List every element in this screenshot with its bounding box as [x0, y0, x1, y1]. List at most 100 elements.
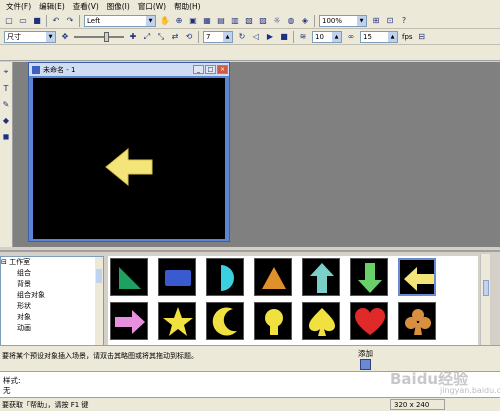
color-icon[interactable]: ◈ — [299, 15, 311, 27]
window-controls: _ □ × — [193, 65, 229, 74]
menu-file[interactable]: 文件(F) — [2, 0, 35, 13]
context-help-icon[interactable]: ? — [398, 15, 410, 27]
status-bar: 要获取「帮助」，请按 F1 键 320 x 240 — [0, 397, 500, 411]
move-icon[interactable]: ✥ — [59, 31, 71, 43]
add-icon[interactable]: ✚ — [127, 31, 139, 43]
spin-b-input[interactable]: 15 ▲ — [360, 30, 398, 43]
effect-icon[interactable]: ≋ — [297, 31, 309, 43]
gallery-tile-arrow-left-yellow[interactable] — [398, 258, 436, 296]
gallery-tile-bulb-yellow[interactable] — [254, 302, 292, 340]
gallery-tile-arrow-up-cyan[interactable] — [302, 258, 340, 296]
grid-icon[interactable]: ▤ — [215, 15, 227, 27]
new-file-icon[interactable]: ▢ — [3, 15, 15, 27]
zoom-fit-icon[interactable]: ⊞ — [370, 15, 382, 27]
link-icon[interactable]: ∞ — [345, 31, 357, 43]
category-tree[interactable]: ⊟ 工作室 组合 背景 组合对象 形状 对象 动画 — [0, 256, 104, 346]
select-icon[interactable]: ▣ — [187, 15, 199, 27]
gallery-tile-crescent-yellow[interactable] — [206, 302, 244, 340]
spin-a-input[interactable]: 10 ▲ — [312, 30, 342, 43]
tree-item[interactable]: 组合对象 — [1, 290, 103, 301]
save-icon[interactable]: ■ — [31, 15, 43, 27]
gallery-tile-arrow-right-pink[interactable] — [110, 302, 148, 340]
film-icon[interactable]: ▨ — [257, 15, 269, 27]
pointer-icon[interactable]: ⌖ — [0, 66, 12, 78]
zoom-icon[interactable]: ⊕ — [173, 15, 185, 27]
slider-thumb[interactable] — [104, 31, 109, 42]
tree-item[interactable]: ⊟ 工作室 — [1, 257, 103, 268]
separator — [198, 30, 199, 43]
zoom-slider[interactable] — [74, 31, 124, 42]
tree-item[interactable]: 组合 — [1, 268, 103, 279]
document-window[interactable]: 未命名 - 1 _ □ × — [28, 62, 230, 242]
close-icon[interactable]: × — [217, 65, 228, 74]
tree-item[interactable]: 形状 — [1, 301, 103, 312]
separator — [79, 14, 80, 27]
watermark-url: jingyan.baidu.com — [440, 386, 500, 395]
tree-item[interactable]: 背景 — [1, 279, 103, 290]
zoom-select[interactable]: 100% ▼ — [319, 14, 367, 27]
spin-icon: ▲ — [332, 31, 341, 42]
open-folder-icon[interactable]: ▭ — [17, 15, 29, 27]
tree-item[interactable]: 动画 — [1, 323, 103, 334]
flip-icon[interactable]: ⇄ — [169, 31, 181, 43]
select-all-icon[interactable]: ⊡ — [384, 15, 396, 27]
globe-icon[interactable]: ◍ — [285, 15, 297, 27]
slider-track — [74, 35, 124, 38]
gallery-tile-half-circle-cyan[interactable] — [206, 258, 244, 296]
arrow-left-object[interactable] — [33, 78, 225, 239]
gallery-scrollbar[interactable] — [480, 254, 490, 346]
separator — [314, 14, 315, 27]
shape-icon[interactable]: ◆ — [0, 114, 12, 126]
stage-canvas[interactable] — [33, 78, 225, 239]
paint-icon[interactable]: ✎ — [0, 98, 12, 110]
menu-help[interactable]: 帮助(H) — [170, 0, 205, 13]
menu-image[interactable]: 图像(I) — [103, 0, 134, 13]
size-select[interactable]: 尺寸 ▼ — [4, 30, 56, 43]
align-select[interactable]: Left ▼ — [84, 14, 156, 27]
scroll-thumb[interactable] — [96, 269, 102, 283]
gallery-tile-star-yellow[interactable] — [158, 302, 196, 340]
tree-scrollbar[interactable] — [95, 257, 103, 345]
gallery-tile-triangle-orange[interactable] — [254, 258, 292, 296]
text-tool-icon[interactable]: T — [0, 82, 12, 94]
document-icon — [32, 65, 40, 74]
gallery-tile-spade-yellow[interactable] — [302, 302, 340, 340]
tree-item-label: 工作室 — [9, 258, 31, 266]
gallery-tile-rect-blue[interactable] — [158, 258, 196, 296]
menu-view[interactable]: 查看(V) — [69, 0, 103, 13]
sun-icon[interactable]: ☼ — [271, 15, 283, 27]
gallery-tile-heart-red[interactable] — [350, 302, 388, 340]
loop-icon[interactable]: ↻ — [236, 31, 248, 43]
menu-edit[interactable]: 编辑(E) — [35, 0, 69, 13]
gallery-tile-triangle-green[interactable] — [110, 258, 148, 296]
fps-settings-icon[interactable]: ⊟ — [416, 31, 428, 43]
redo-icon[interactable]: ↷ — [64, 15, 76, 27]
document-titlebar[interactable]: 未命名 - 1 _ □ × — [29, 63, 229, 76]
gallery-tile-club-orange[interactable] — [398, 302, 436, 340]
chevron-down-icon: ▼ — [357, 15, 366, 26]
expand-icon[interactable]: ⤢ — [141, 31, 153, 43]
hint-text: 要将某个预设对象插入场景，请双击其略图或将其拖动到标题。 — [2, 352, 198, 360]
fit-icon[interactable]: ▦ — [201, 15, 213, 27]
empty-toolbar-strip — [0, 45, 500, 61]
shrink-icon[interactable]: ⤡ — [155, 31, 167, 43]
frame-icon[interactable]: ▧ — [243, 15, 255, 27]
hand-icon[interactable]: ✋ — [159, 15, 171, 27]
undo-icon[interactable]: ↶ — [50, 15, 62, 27]
scroll-thumb[interactable] — [483, 280, 489, 296]
layer-icon[interactable]: ▥ — [229, 15, 241, 27]
play-icon[interactable]: ▶ — [264, 31, 276, 43]
rotate-icon[interactable]: ⟲ — [183, 31, 195, 43]
object-icon[interactable]: ◼ — [0, 130, 12, 142]
add-button-icon[interactable] — [360, 359, 371, 370]
gallery-tile-arrow-down-green[interactable] — [350, 258, 388, 296]
maximize-icon[interactable]: □ — [205, 65, 216, 74]
menu-window[interactable]: 窗口(W) — [134, 0, 170, 13]
frame-input[interactable]: 7 ▲ — [203, 30, 233, 43]
stop-icon[interactable]: ■ — [278, 31, 290, 43]
tree-item-label: 组合 — [17, 269, 31, 277]
preset-gallery — [108, 256, 478, 346]
minimize-icon[interactable]: _ — [193, 65, 204, 74]
tree-item[interactable]: 对象 — [1, 312, 103, 323]
rewind-icon[interactable]: ◁ — [250, 31, 262, 43]
